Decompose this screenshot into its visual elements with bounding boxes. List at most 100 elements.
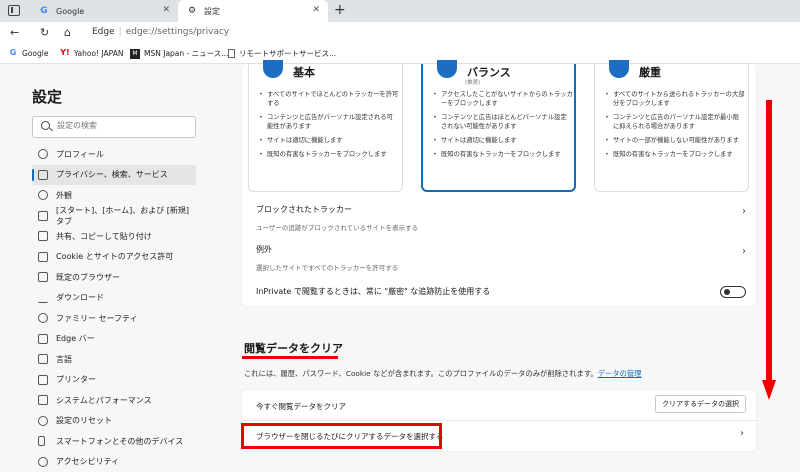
- refresh-icon[interactable]: ↻: [40, 26, 49, 39]
- sidebar-item-family-safety[interactable]: ファミリー セーフティ: [32, 308, 196, 329]
- heading-highlight-underline: [242, 356, 338, 359]
- level-bullet: コンテンツと広告はほとんどパーソナル設定されない可能性があります: [433, 113, 573, 131]
- close-icon[interactable]: ✕: [312, 5, 320, 15]
- sidebar-item-label: プリンター: [56, 375, 96, 385]
- sidebar-item-label: 既定のブラウザー: [56, 272, 120, 282]
- level-bullet: サイトは適切に機能します: [433, 136, 573, 145]
- back-arrow-icon[interactable]: ←: [10, 26, 19, 39]
- balanced-level-icon: [437, 60, 457, 78]
- row-desc: ユーザーの追跡がブロックされているサイトを表示する: [256, 224, 419, 232]
- page-icon: [228, 49, 235, 58]
- sidebar-item-downloads[interactable]: ダウンロード: [32, 288, 196, 309]
- favorite-google[interactable]: G Google: [8, 48, 49, 58]
- level-bullet: すべてのサイトから送られるトラッカーの大部分をブロックします: [605, 90, 745, 108]
- sidebar-item-default-browser[interactable]: 既定のブラウザー: [32, 267, 196, 288]
- sidebar-item-label: ファミリー セーフティ: [56, 313, 138, 323]
- home-icon[interactable]: ⌂: [64, 26, 71, 39]
- search-input[interactable]: [57, 121, 187, 130]
- level-bullets: すべてのサイトでほとんどのトラッカーを許可する コンテンツと広告がパーソナル設定…: [259, 90, 399, 164]
- sidebar-item-reset-settings[interactable]: 設定のリセット: [32, 411, 196, 432]
- sidebar-item-accessibility[interactable]: アクセシビリティ: [32, 452, 196, 472]
- manage-data-link[interactable]: データの管理: [598, 369, 642, 378]
- profile-icon: [38, 149, 48, 159]
- address-bar: ← ↻ ⌂ Edge | edge://settings/privacy: [0, 22, 800, 44]
- sidebar-item-privacy[interactable]: プライバシー、検索、サービス: [32, 164, 196, 185]
- favorites-bar: G Google Y! Yahoo! JAPAN M MSN Japan - ニュース…: [0, 44, 800, 64]
- sidebar-item-label: スマートフォンとその他のデバイス: [56, 436, 184, 446]
- basic-level-icon: [263, 60, 283, 78]
- tracking-level-basic[interactable]: 基本 すべてのサイトでほとんどのトラッカーを許可する コンテンツと広告がパーソナ…: [248, 60, 403, 192]
- tracking-level-balanced[interactable]: バランス (推奨) アクセスしたことがないサイトからのトラッカーをブロックします…: [421, 60, 576, 192]
- level-bullet: サイトの一部が機能しない可能性があります: [605, 136, 745, 145]
- sidebar-item-label: 言語: [56, 354, 72, 364]
- level-bullet: 既知の有害なトラッカーをブロックします: [259, 150, 399, 159]
- sidebar-item-printers[interactable]: プリンター: [32, 370, 196, 391]
- sidebar-item-edge-bar[interactable]: Edge バー: [32, 329, 196, 350]
- sidebar-item-label: Edge バー: [56, 334, 95, 344]
- sidebar-item-languages[interactable]: 言語: [32, 349, 196, 370]
- close-icon[interactable]: ✕: [162, 5, 170, 15]
- sidebar-item-label: システムとパフォーマンス: [56, 395, 152, 405]
- level-bullets: すべてのサイトから送られるトラッカーの大部分をブロックします コンテンツと広告の…: [605, 90, 745, 164]
- sidebar-item-phone-devices[interactable]: スマートフォンとその他のデバイス: [32, 431, 196, 452]
- gear-icon: ⚙: [187, 6, 197, 16]
- level-bullet: サイトは適切に機能します: [259, 136, 399, 145]
- inprivate-strict-toggle[interactable]: [720, 286, 746, 298]
- row-title: ブロックされたトラッカー: [256, 205, 352, 214]
- yahoo-icon: Y!: [60, 48, 70, 57]
- favorite-label: MSN Japan - ニュース...: [144, 49, 229, 58]
- cookie-icon: [38, 251, 48, 262]
- sidebar-item-profile[interactable]: プロフィール: [32, 144, 196, 165]
- url-field[interactable]: Edge | edge://settings/privacy: [92, 27, 229, 37]
- exceptions-row[interactable]: 例外 選択したサイトですべてのトラッカーを許可する ›: [256, 244, 746, 272]
- sidebar-item-label: アクセシビリティ: [56, 457, 120, 467]
- favorite-yahoo[interactable]: Y! Yahoo! JAPAN: [60, 48, 123, 58]
- choose-data-to-clear-button[interactable]: クリアするデータの選択: [655, 395, 746, 413]
- sidebar-item-appearance[interactable]: 外観: [32, 185, 196, 206]
- family-icon: [38, 313, 48, 323]
- favorite-label: リモートサポートサービス...: [239, 49, 337, 58]
- settings-sidebar: 設定 プロフィール プライバシー、検索、サービス 外観 [スタート]、[ホーム]…: [0, 64, 220, 472]
- favorite-msn[interactable]: M MSN Japan - ニュース...: [130, 48, 228, 59]
- level-bullet: 既知の有害なトラッカーをブロックします: [605, 150, 745, 159]
- sidebar-title: 設定: [32, 88, 63, 106]
- tracking-level-strict[interactable]: 厳重 すべてのサイトから送られるトラッカーの大部分をブロックします コンテンツと…: [594, 60, 749, 192]
- palette-icon: [38, 190, 48, 200]
- url-text: edge://settings/privacy: [125, 27, 230, 37]
- new-tab-button[interactable]: +: [334, 2, 346, 18]
- home-tab-icon: [38, 210, 48, 221]
- desc-text: これには、履歴、パスワード、Cookie などが含まれます。このプロファイルのデ…: [244, 369, 598, 378]
- level-subtitle: (推奨): [465, 80, 481, 86]
- chevron-right-icon: ›: [742, 246, 746, 257]
- row-title: 例外: [256, 245, 272, 254]
- sidebar-item-label: 共有、コピーして貼り付け: [56, 231, 152, 241]
- level-bullets: アクセスしたことがないサイトからのトラッカーをブロックします コンテンツと広告は…: [433, 90, 573, 164]
- reset-icon: [38, 415, 48, 426]
- sidebar-item-label: [スタート]、[ホーム]、および [新規] タブ: [56, 205, 190, 226]
- inprivate-strict-row: InPrivate で閲覧するときは、常に "厳密" な追跡防止を使用する: [256, 286, 746, 298]
- chevron-right-icon: ›: [742, 206, 746, 217]
- tab-title: 設定: [204, 6, 220, 16]
- clear-browsing-data-heading: 閲覧データをクリア: [244, 342, 343, 355]
- chevron-right-icon: ›: [740, 428, 744, 439]
- accessibility-icon: [38, 456, 48, 467]
- sidebar-item-label: ダウンロード: [56, 293, 104, 303]
- tab-title: Google: [56, 6, 85, 16]
- settings-search[interactable]: [32, 116, 196, 138]
- tab-google[interactable]: G Google ✕: [30, 0, 178, 22]
- blocked-trackers-row[interactable]: ブロックされたトラッカー ユーザーの追跡がブロックされているサイトを表示する ›: [256, 204, 746, 232]
- sidebar-item-start-home-newtab[interactable]: [スタート]、[ホーム]、および [新規] タブ: [32, 206, 196, 227]
- favorite-remote-support[interactable]: リモートサポートサービス...: [228, 48, 336, 59]
- sidebar-item-system-performance[interactable]: システムとパフォーマンス: [32, 390, 196, 411]
- highlight-box: [241, 423, 442, 449]
- row-desc: 選択したサイトですべてのトラッカーを許可する: [256, 264, 399, 272]
- tab-actions-icon[interactable]: [8, 5, 20, 16]
- system-icon: [38, 395, 48, 405]
- level-bullet: コンテンツと広告のパーソナル設定が最小限に抑えられる場合があります: [605, 113, 745, 131]
- level-title: 基本: [293, 66, 315, 79]
- lock-icon: [38, 169, 48, 180]
- tab-settings[interactable]: ⚙ 設定 ✕: [178, 0, 328, 22]
- sidebar-item-share-copy-paste[interactable]: 共有、コピーして貼り付け: [32, 226, 196, 247]
- sidebar-item-cookies-permissions[interactable]: Cookie とサイトのアクセス許可: [32, 247, 196, 268]
- sidebar-item-label: Cookie とサイトのアクセス許可: [56, 252, 174, 262]
